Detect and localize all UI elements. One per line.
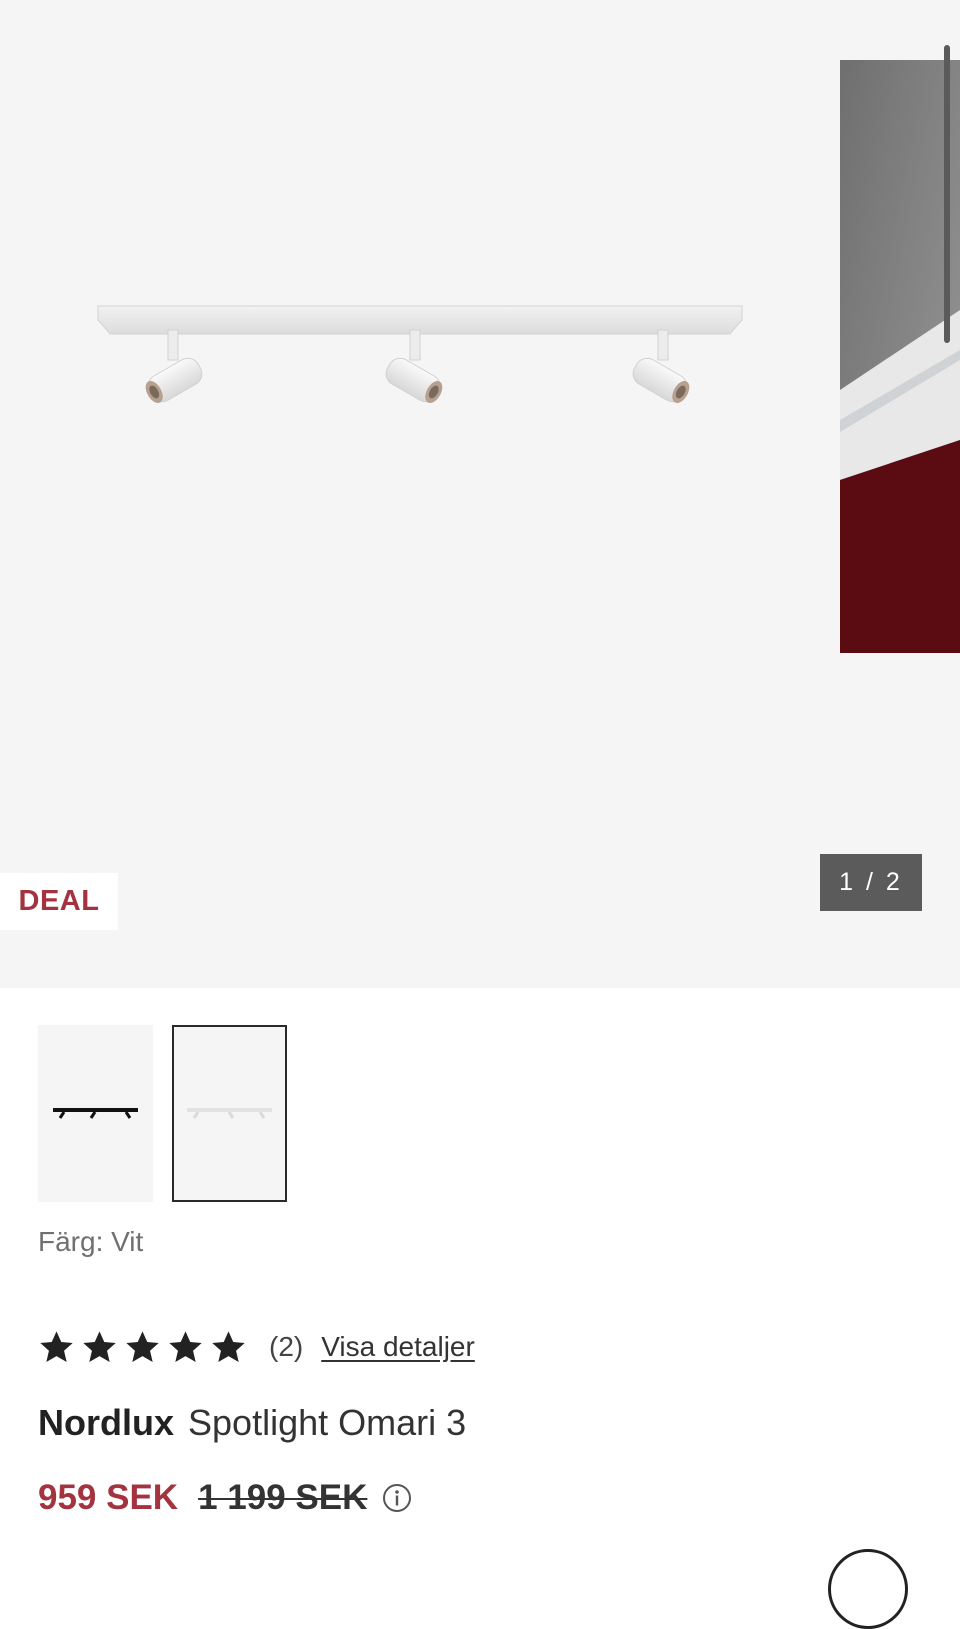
star-icon xyxy=(83,1330,116,1362)
sale-price: 959 SEK xyxy=(38,1478,179,1517)
thumbnail-white[interactable] xyxy=(172,1025,287,1202)
spotlight-bar-white-image xyxy=(97,305,743,403)
review-count: (2) xyxy=(269,1331,304,1362)
rating-stars xyxy=(38,1329,247,1366)
info-icon[interactable] xyxy=(381,1482,413,1514)
room-photo-image[interactable] xyxy=(840,60,960,653)
floating-action-button[interactable] xyxy=(828,1549,908,1629)
star-icon xyxy=(40,1330,73,1362)
star-icon xyxy=(169,1330,202,1362)
deal-badge: DEAL xyxy=(0,873,118,930)
image-counter: 1 / 2 xyxy=(820,854,922,911)
product-image-gallery[interactable]: DEAL 1 / 2 xyxy=(0,0,960,988)
rating-row: (2) Visa detaljer xyxy=(38,1322,475,1372)
gallery-scroll-indicator xyxy=(944,45,950,343)
color-label: Färg: Vit xyxy=(38,1226,144,1257)
thumbnail-black-image xyxy=(53,1108,138,1119)
thumbnail-white-image xyxy=(187,1108,272,1119)
thumbnail-black[interactable] xyxy=(38,1025,153,1202)
price-row: 959 SEK 1 199 SEK xyxy=(38,1478,413,1518)
star-icon xyxy=(212,1330,245,1362)
product-title: Nordlux Spotlight Omari 3 xyxy=(38,1402,466,1444)
brand-name: Nordlux xyxy=(38,1402,175,1443)
product-name: Spotlight Omari 3 xyxy=(188,1402,467,1443)
star-icon xyxy=(126,1330,159,1362)
view-details-link[interactable]: Visa detaljer xyxy=(321,1331,475,1363)
original-price: 1 199 SEK xyxy=(198,1478,368,1517)
